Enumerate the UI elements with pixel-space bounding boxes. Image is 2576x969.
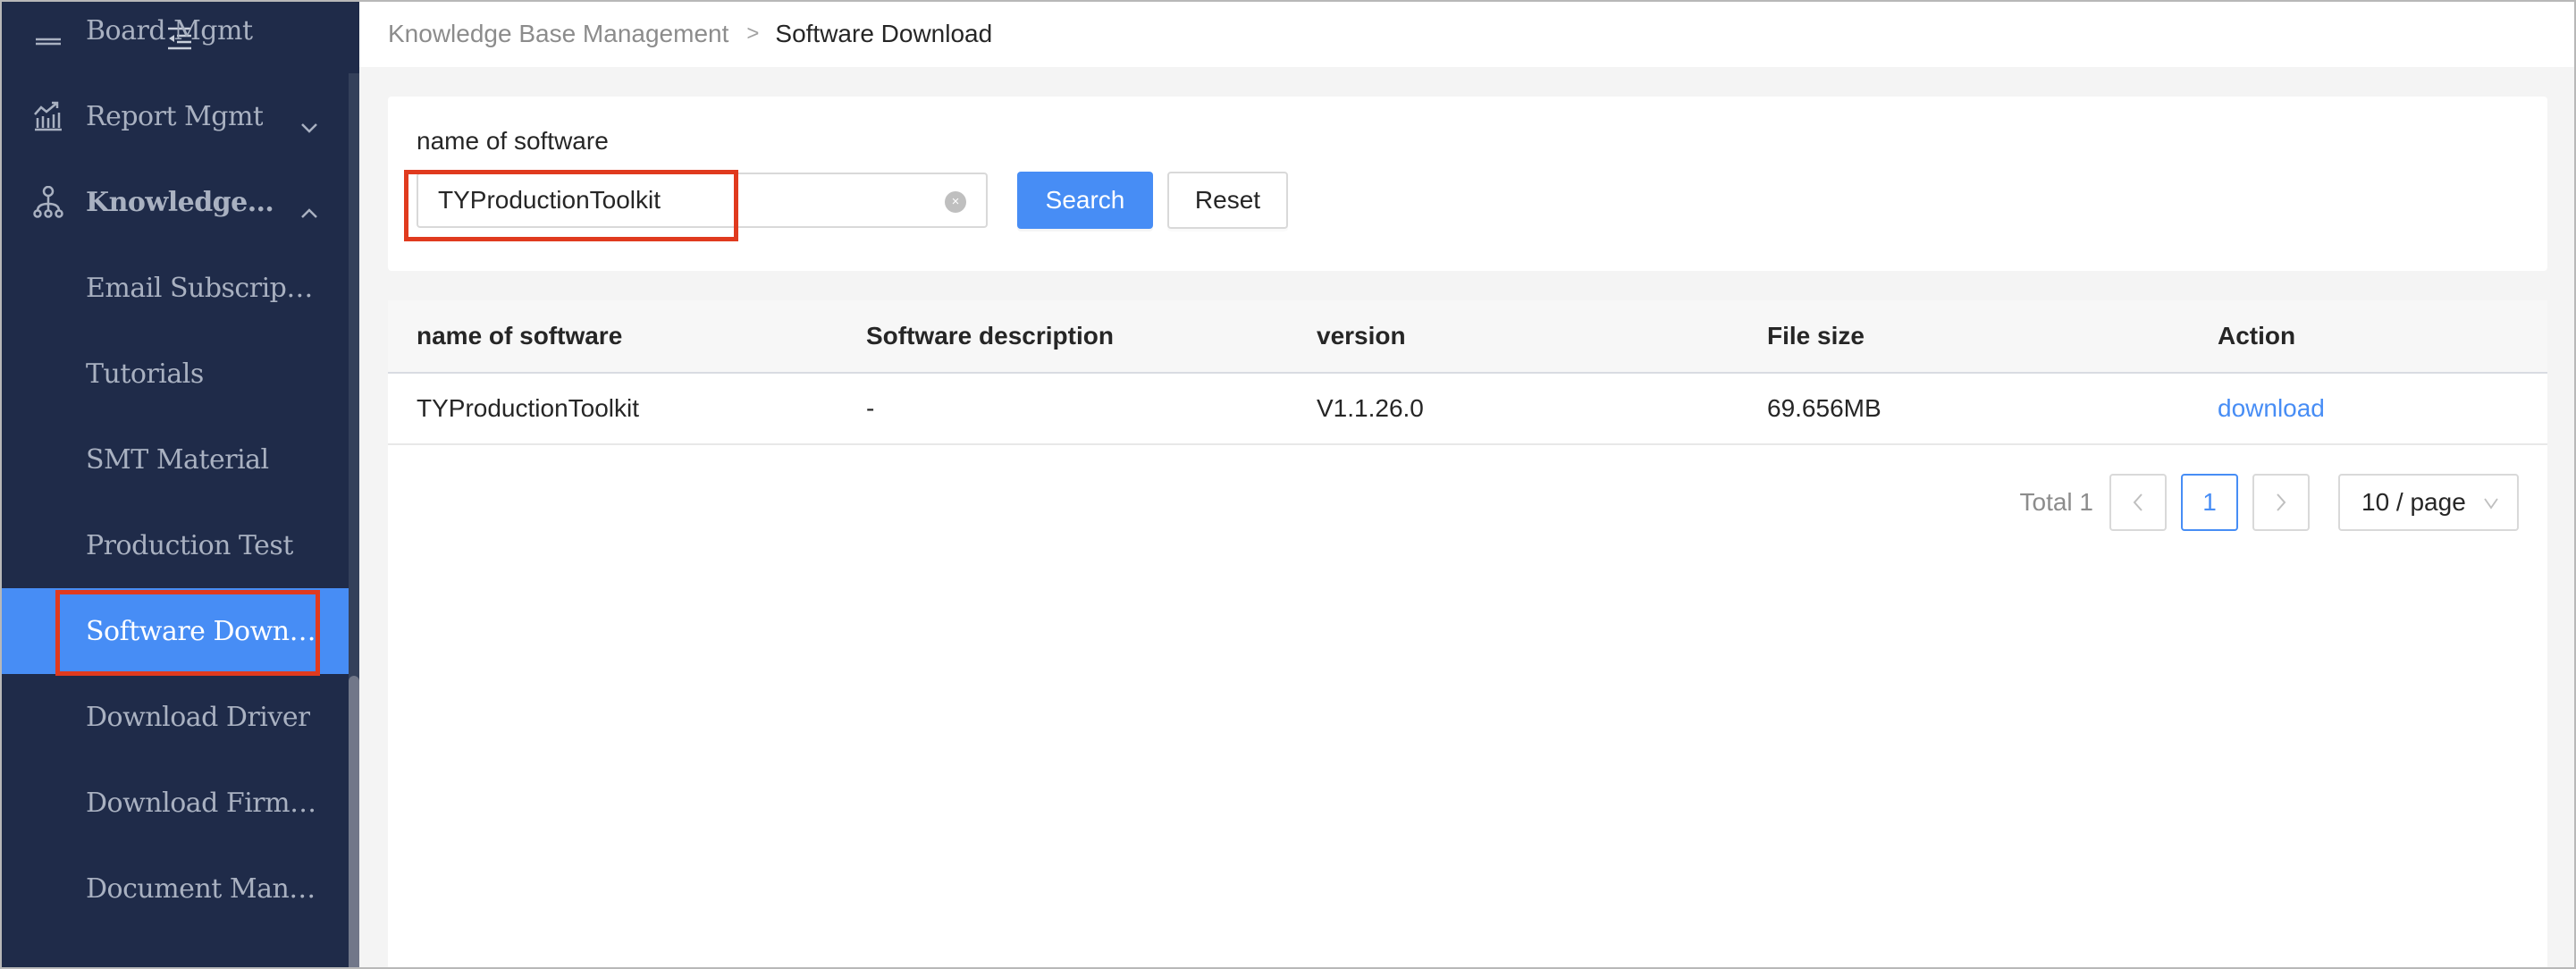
sidebar-item-label: Email Subscription — [86, 272, 320, 304]
sidebar-item-document-management[interactable]: Document Management — [0, 846, 349, 931]
column-header-file-size: File size — [1767, 322, 1865, 350]
sidebar-item-label: Board Mgmt — [86, 14, 253, 46]
cell-name: TYProductionToolkit — [417, 394, 640, 422]
sidebar-item-label: SMT Material — [86, 443, 269, 476]
chevron-down-icon — [2484, 498, 2498, 510]
sidebar-item-label: Knowledge Base Management — [86, 186, 277, 218]
sidebar-item-label: Tutorials — [86, 358, 204, 390]
page-size-select[interactable]: 10 / page — [2338, 474, 2519, 531]
software-name-label: name of software — [417, 127, 609, 155]
table-header: name of software Software description ve… — [388, 300, 2547, 374]
breadcrumb-current: Software Download — [775, 20, 993, 47]
highlight-annotation — [55, 590, 320, 676]
page-size-value: 10 / page — [2361, 488, 2466, 516]
column-header-version: version — [1317, 322, 1406, 350]
sidebar-item-label: Download Firmware — [86, 787, 320, 819]
breadcrumb: Knowledge Base Management > Software Dow… — [388, 20, 992, 48]
software-name-field[interactable]: × — [417, 173, 988, 228]
list-icon — [32, 14, 64, 46]
cell-description: - — [866, 394, 875, 422]
search-button[interactable]: Search — [1017, 172, 1153, 229]
software-table-panel: name of software Software description ve… — [388, 300, 2547, 969]
sidebar-item-label: Download Driver — [86, 701, 310, 733]
hierarchy-icon — [32, 185, 64, 218]
search-filter-panel: name of software × Search Reset — [388, 97, 2547, 271]
sidebar-item-board-mgmt[interactable]: Board Mgmt — [0, 0, 349, 73]
sidebar-item-report-mgmt[interactable]: Report Mgmt — [0, 73, 349, 159]
clear-icon[interactable]: × — [945, 191, 966, 213]
column-header-action: Action — [2218, 322, 2296, 350]
next-page-button[interactable] — [2252, 474, 2310, 531]
total-count: Total 1 — [2019, 488, 2094, 516]
cell-action: download — [2218, 374, 2325, 443]
sidebar-item-production-test[interactable]: Production Test — [0, 502, 349, 588]
sidebar-item-download-driver[interactable]: Download Driver — [0, 674, 349, 760]
chart-trend-icon — [32, 100, 64, 132]
chevron-down-icon — [300, 110, 318, 133]
sidebar-item-software-download[interactable]: Software Download — [0, 588, 349, 676]
cell-file-size: 69.656MB — [1767, 394, 1881, 422]
chevron-up-icon — [300, 196, 318, 218]
column-header-description: Software description — [866, 322, 1114, 350]
sidebar-item-knowledge-base[interactable]: Knowledge Base Management — [0, 159, 349, 245]
sidebar-scrollbar-thumb[interactable] — [349, 676, 359, 969]
download-link[interactable]: download — [2218, 394, 2325, 423]
sidebar: Board Mgmt Report Mgmt Knowledge Base Ma… — [0, 0, 359, 969]
prev-page-button[interactable] — [2109, 474, 2167, 531]
chevron-left-icon — [2133, 493, 2142, 511]
breadcrumb-parent[interactable]: Knowledge Base Management — [388, 20, 728, 48]
sidebar-menu: Board Mgmt Report Mgmt Knowledge Base Ma… — [0, 15, 349, 931]
reset-button[interactable]: Reset — [1167, 172, 1288, 229]
sidebar-item-label: Report Mgmt — [86, 100, 264, 132]
header: Knowledge Base Management > Software Dow… — [359, 0, 2576, 67]
cell-version: V1.1.26.0 — [1317, 394, 1424, 422]
pagination: Total 1 1 10 / page — [2019, 474, 2519, 531]
chevron-right-icon — [2277, 493, 2286, 511]
software-name-input[interactable] — [418, 174, 986, 226]
sidebar-item-email-subscription[interactable]: Email Subscription — [0, 245, 349, 331]
sidebar-item-label: Document Management — [86, 872, 320, 905]
sidebar-item-label: Production Test — [86, 529, 293, 561]
sidebar-item-tutorials[interactable]: Tutorials — [0, 331, 349, 417]
column-header-name: name of software — [417, 322, 623, 350]
sidebar-item-smt-material[interactable]: SMT Material — [0, 417, 349, 502]
sidebar-item-download-firmware[interactable]: Download Firmware — [0, 760, 349, 846]
page-1-button[interactable]: 1 — [2181, 474, 2238, 531]
table-row: TYProductionToolkit - V1.1.26.0 69.656MB… — [388, 374, 2547, 445]
breadcrumb-separator-icon: > — [746, 21, 760, 46]
